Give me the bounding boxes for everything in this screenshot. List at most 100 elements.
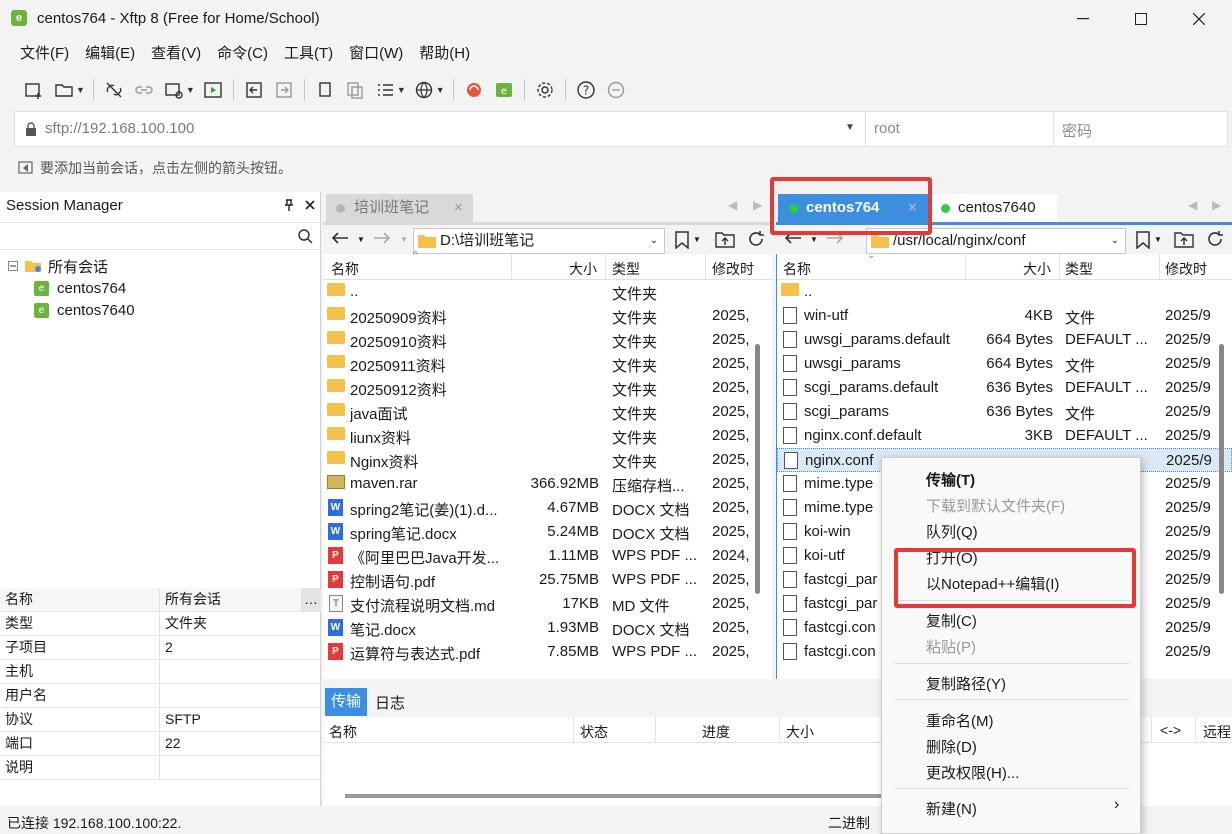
vertical-scrollbar[interactable] (755, 344, 760, 594)
collapse-icon[interactable] (8, 261, 18, 271)
transfer-right-icon[interactable] (272, 78, 296, 102)
file-row[interactable]: .. 文件夹 (323, 280, 772, 304)
file-row[interactable]: nginx.conf.default 3KB DEFAULT ... 2025/9 (777, 424, 1232, 448)
col-name[interactable]: 名称 (329, 722, 357, 742)
refresh-icon[interactable] (1206, 230, 1224, 248)
dropdown-arrow-icon[interactable]: ▼ (76, 85, 85, 95)
copy-icon[interactable] (313, 78, 337, 102)
col-modified[interactable]: 修改时 (1165, 259, 1207, 279)
menu-item-queue[interactable]: 队列(Q) (926, 521, 978, 542)
file-row[interactable]: win-utf 4KB 文件 2025/9 (777, 304, 1232, 328)
disconnect-icon[interactable] (102, 78, 126, 102)
dropdown-arrow-icon[interactable]: ▼ (397, 85, 406, 95)
parent-folder-icon[interactable] (715, 230, 735, 248)
transfer-mode[interactable]: 二进制 (828, 813, 870, 833)
file-row[interactable]: 20250911资料 文件夹 2025, (323, 352, 772, 376)
address-input[interactable]: sftp://192.168.100.100 (45, 120, 194, 137)
file-row[interactable]: P 控制语句.pdf 25.75MB WPS PDF ... 2025, (323, 568, 772, 592)
tree-item-session[interactable]: e centos7640 (34, 299, 135, 321)
xftp-icon[interactable]: e (492, 78, 516, 102)
file-row[interactable]: scgi_params.default 636 Bytes DEFAULT ... 2… (777, 376, 1232, 400)
open-folder-icon[interactable] (52, 78, 76, 102)
paste-icon[interactable] (343, 78, 367, 102)
maximize-button[interactable] (1118, 0, 1164, 38)
dropdown-arrow-icon[interactable]: ▼ (357, 235, 365, 244)
col-progress[interactable]: 进度 (702, 722, 730, 742)
chevron-down-icon[interactable]: ⌄ (650, 229, 658, 253)
tab-local[interactable]: 培训班笔记 × (326, 194, 473, 222)
dropdown-arrow-icon[interactable]: ▼ (186, 85, 195, 95)
menu-item-paste[interactable]: 粘贴(P) (926, 636, 976, 657)
menu-help[interactable]: 帮助(H) (411, 40, 478, 68)
file-row[interactable]: W 笔记.docx 1.93MB DOCX 文档 2025, (323, 616, 772, 640)
session-search-input[interactable] (0, 222, 321, 250)
horizontal-scrollbar[interactable] (345, 794, 885, 798)
tab-remote[interactable]: centos7640 (930, 194, 1057, 222)
forward-arrow-icon[interactable] (373, 230, 391, 246)
file-row[interactable]: P 运算符与表达式.pdf 7.85MB WPS PDF ... 2025, (323, 640, 772, 664)
col-type[interactable]: 类型 (612, 259, 640, 279)
search-icon[interactable] (298, 229, 313, 244)
col-size[interactable]: 大小 (786, 722, 814, 742)
menu-item-rename[interactable]: 重命名(M) (926, 710, 994, 731)
chat-icon[interactable] (604, 78, 628, 102)
help-icon[interactable]: ? (574, 78, 598, 102)
col-remote[interactable]: 远程 (1203, 722, 1231, 742)
file-row[interactable]: 20250912资料 文件夹 2025, (323, 376, 772, 400)
col-name[interactable]: 名称 (783, 259, 811, 279)
list-view-icon[interactable] (373, 78, 397, 102)
dropdown-arrow-icon[interactable]: ▼ (1154, 235, 1162, 244)
menu-item-new[interactable]: 新建(N) (926, 798, 977, 819)
menu-file[interactable]: 文件(F) (12, 40, 77, 68)
close-panel-icon[interactable] (305, 200, 315, 210)
col-type[interactable]: 类型 (1065, 259, 1093, 279)
file-row[interactable]: uwsgi_params 664 Bytes 文件 2025/9 (777, 352, 1232, 376)
col-size[interactable]: 大小 (569, 259, 597, 279)
menu-item-copy-path[interactable]: 复制路径(Y) (926, 673, 1006, 694)
tab-scroll-left-icon[interactable]: ◀ (728, 198, 737, 212)
address-dropdown-icon[interactable]: ▼ (845, 122, 855, 133)
pin-icon[interactable] (284, 199, 294, 211)
menu-tools[interactable]: 工具(T) (276, 40, 341, 68)
new-session-icon[interactable] (22, 78, 46, 102)
file-row[interactable]: liunx资料 文件夹 2025, (323, 424, 772, 448)
file-row[interactable]: Nginx资料 文件夹 2025, (323, 448, 772, 472)
menu-view[interactable]: 查看(V) (143, 40, 209, 68)
menu-window[interactable]: 窗口(W) (341, 40, 411, 68)
dropdown-arrow-icon[interactable]: ▼ (436, 85, 445, 95)
menu-item-permissions[interactable]: 更改权限(H)... (926, 762, 1019, 783)
tab-scroll-right-icon[interactable]: ▶ (753, 198, 762, 212)
file-row[interactable]: maven.rar 366.92MB 压缩存档... 2025, (323, 472, 772, 496)
file-row[interactable]: .. (777, 280, 1232, 304)
xshell-icon[interactable] (462, 78, 486, 102)
dropdown-arrow-icon[interactable]: ▼ (400, 235, 408, 244)
file-row[interactable]: scgi_params 636 Bytes 文件 2025/9 (777, 400, 1232, 424)
menu-command[interactable]: 命令(C) (209, 40, 276, 68)
menu-item-transfer[interactable]: 传输(T) (926, 469, 975, 490)
col-status[interactable]: 状态 (580, 722, 608, 742)
tree-item-session[interactable]: e centos764 (34, 277, 135, 299)
file-row[interactable]: 20250910资料 文件夹 2025, (323, 328, 772, 352)
file-row[interactable]: 20250909资料 文件夹 2025, (323, 304, 772, 328)
dropdown-arrow-icon[interactable]: ▼ (810, 235, 818, 244)
globe-icon[interactable] (412, 78, 436, 102)
vertical-scrollbar[interactable] (1219, 344, 1224, 594)
username-field[interactable]: root (865, 112, 1053, 146)
tab-scroll-left-icon[interactable]: ◀ (1188, 198, 1197, 212)
back-arrow-icon[interactable] (331, 230, 349, 246)
tab-transfer[interactable]: 传输 (325, 688, 368, 716)
close-button[interactable] (1176, 0, 1222, 38)
run-icon[interactable] (201, 78, 225, 102)
file-row[interactable]: P 《阿里巴巴Java开发... 1.11MB WPS PDF ... 2024, (323, 544, 772, 568)
minimize-button[interactable] (1060, 0, 1106, 38)
gear-icon[interactable] (533, 78, 557, 102)
add-session-arrow-icon[interactable] (18, 160, 34, 176)
session-properties-icon[interactable] (162, 78, 186, 102)
menu-item-download-default[interactable]: 下载到默认文件夹(F) (926, 495, 1065, 516)
bookmark-icon[interactable] (675, 231, 689, 249)
tab-scroll-right-icon[interactable]: ▶ (1212, 198, 1221, 212)
local-path-input[interactable]: D:\培训班笔记 ⌄ (413, 228, 665, 254)
tab-log[interactable]: 日志 (367, 692, 413, 713)
menu-item-delete[interactable]: 删除(D) (926, 736, 977, 757)
file-row[interactable]: Wspring笔记.docx 5.24MB DOCX 文档 2025, (323, 520, 772, 544)
